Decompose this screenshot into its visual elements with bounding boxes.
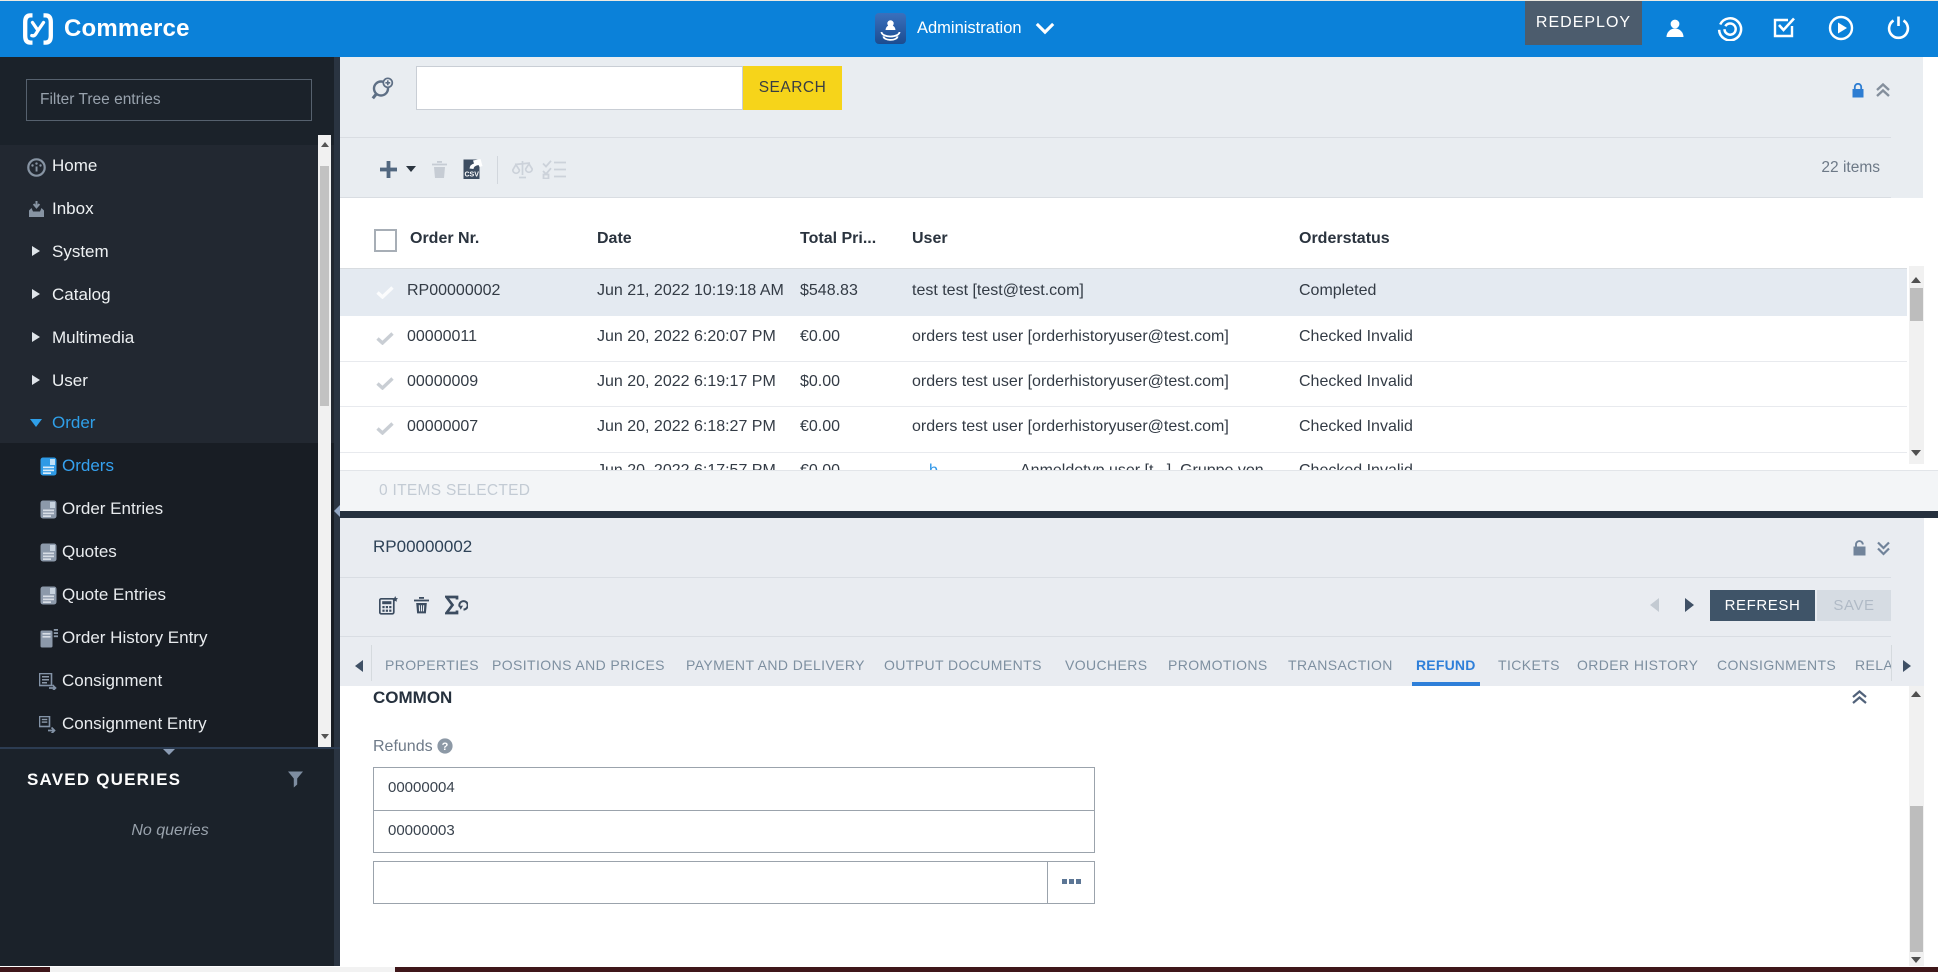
svg-text:CSV: CSV <box>465 172 480 179</box>
svg-text:?: ? <box>442 741 449 753</box>
